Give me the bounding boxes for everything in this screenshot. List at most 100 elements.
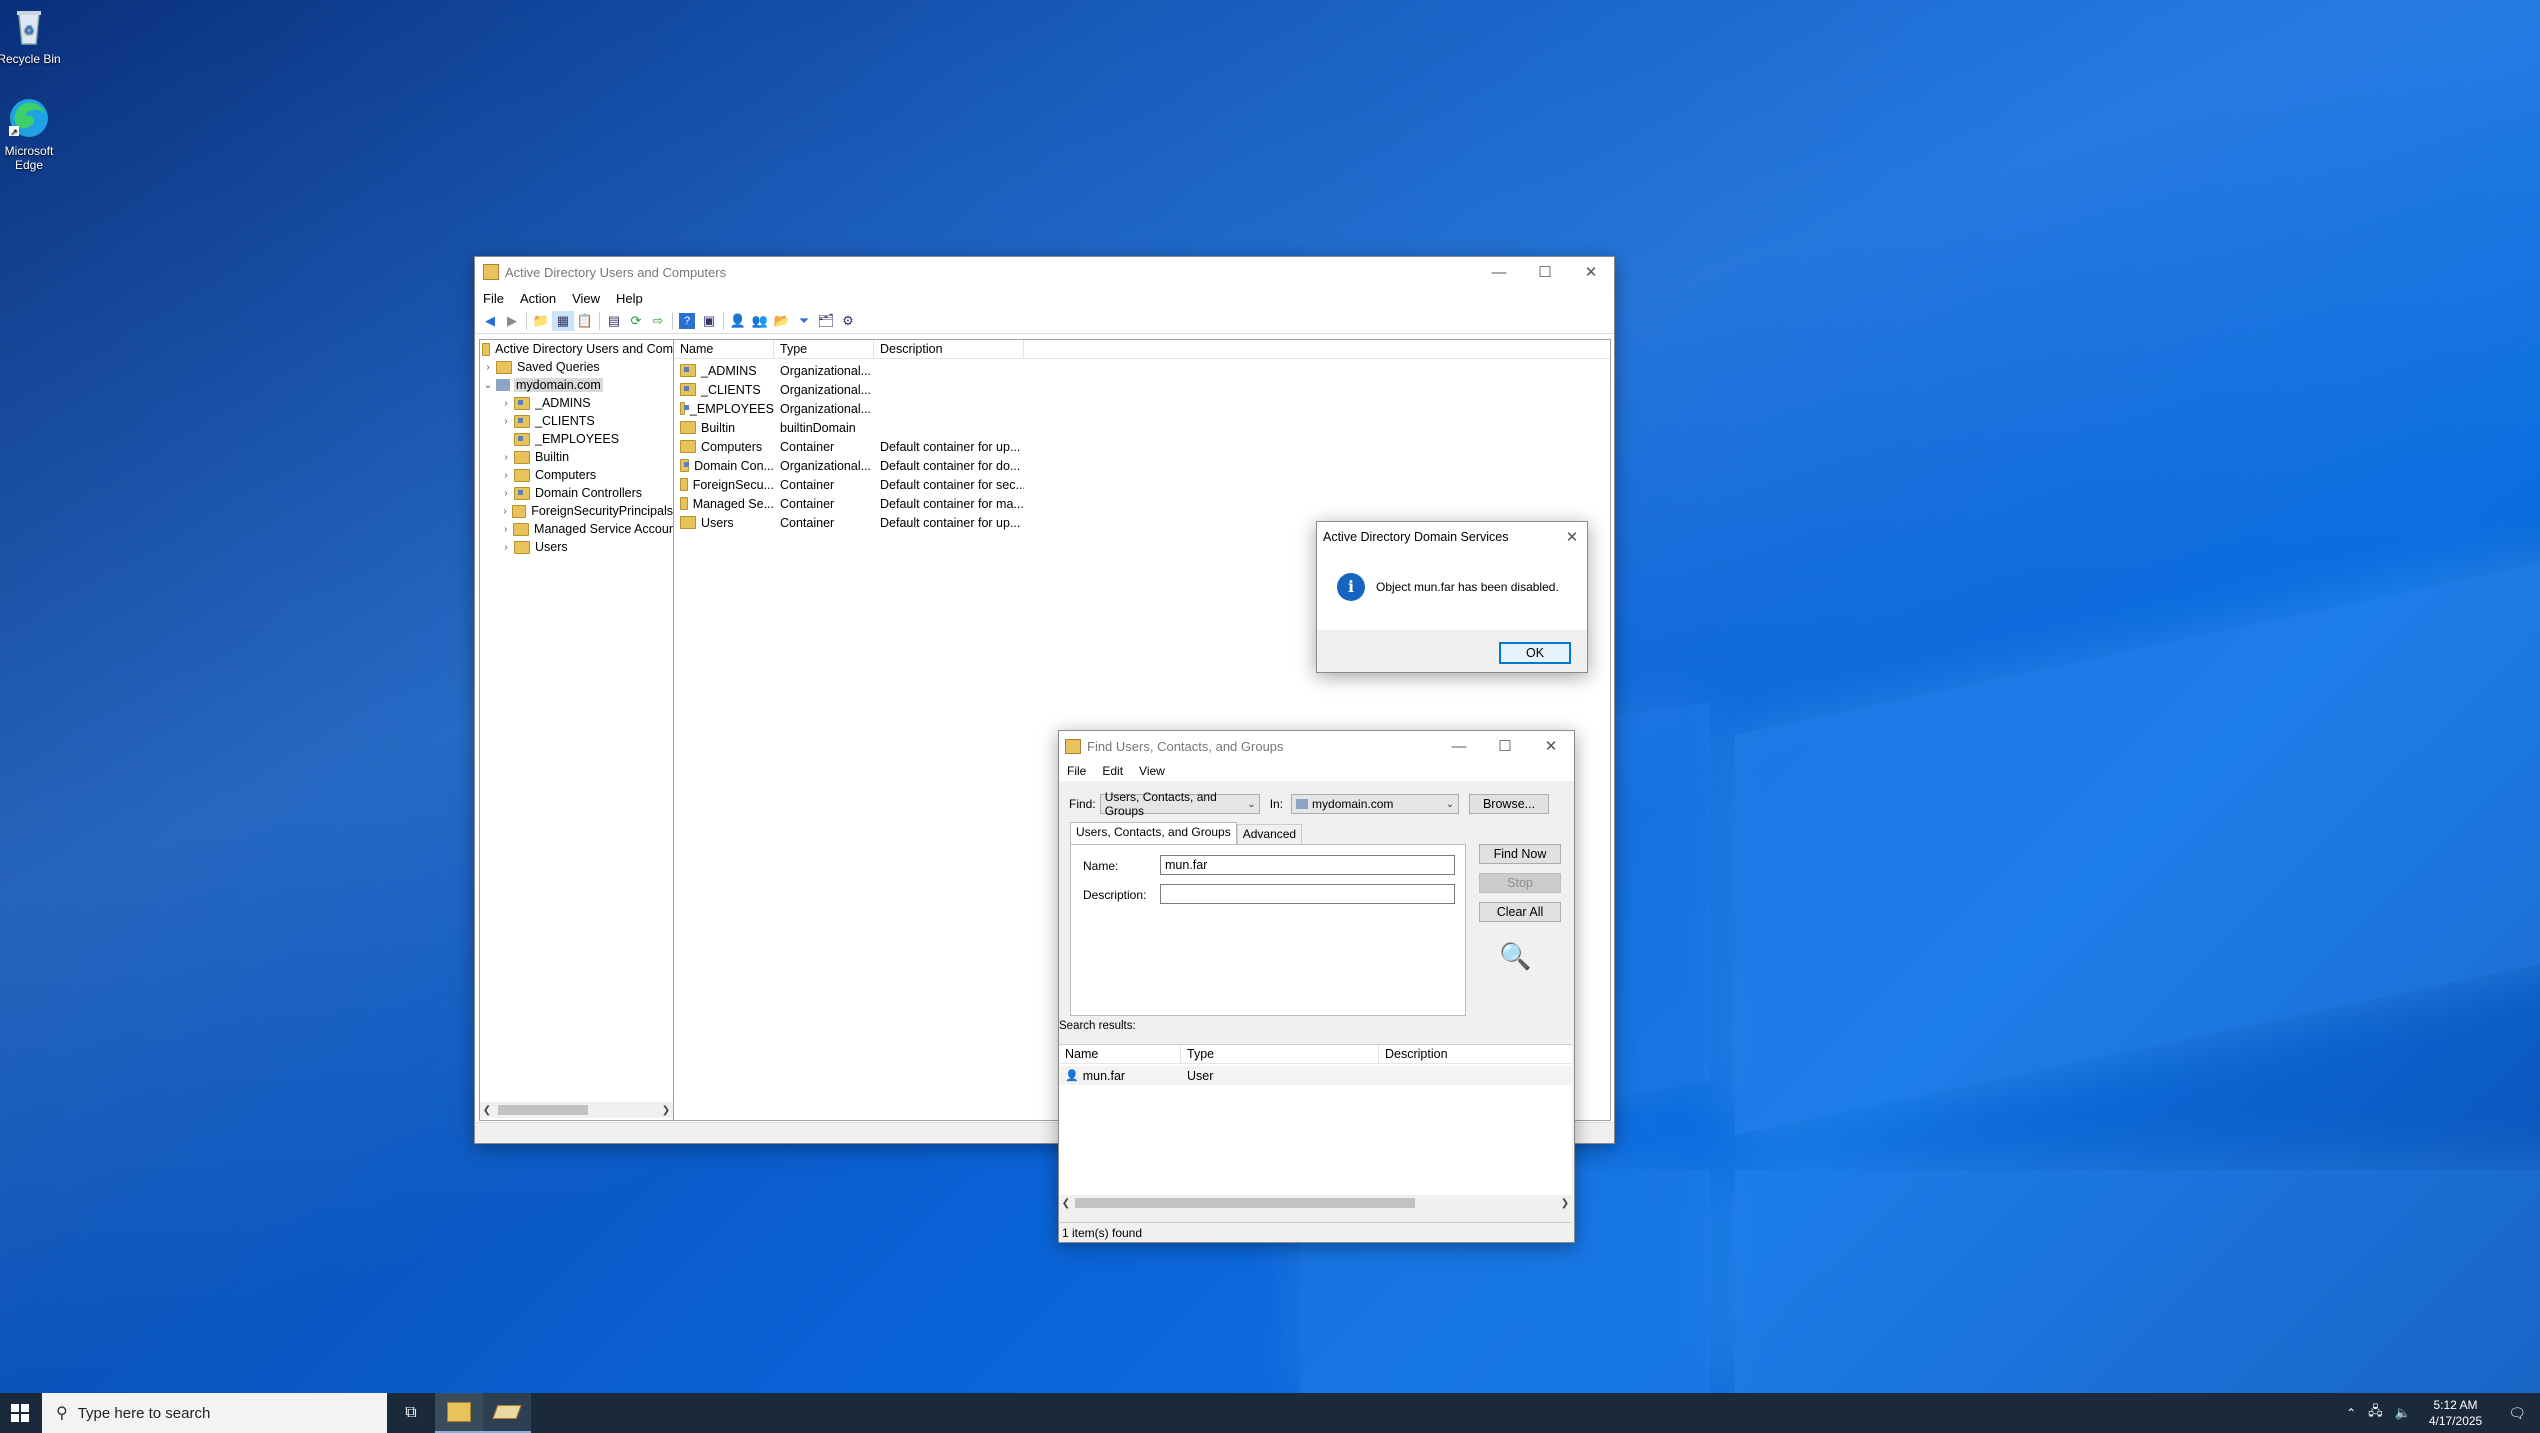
name-field[interactable]	[1160, 855, 1455, 875]
scroll-thumb[interactable]	[498, 1105, 588, 1115]
find-menu-edit[interactable]: Edit	[1094, 764, 1131, 778]
tree-item-clients[interactable]: › _CLIENTS	[480, 412, 673, 430]
minimize-icon[interactable]: —	[1476, 264, 1522, 281]
list-item[interactable]: _CLIENTS Organizational...	[674, 380, 1610, 399]
tree-item-users[interactable]: › Users	[480, 538, 673, 556]
tree-hscrollbar[interactable]: ❮ ❯	[480, 1102, 673, 1118]
browse-button[interactable]: Browse...	[1469, 794, 1550, 814]
menu-action[interactable]: Action	[512, 291, 564, 306]
menu-help[interactable]: Help	[608, 291, 651, 306]
tree-item-foreign-security[interactable]: › ForeignSecurityPrincipals	[480, 502, 673, 520]
find-type-combo[interactable]: Users, Contacts, and Groups ⌄	[1099, 790, 1260, 818]
taskbar-search-box[interactable]: ⚲ Type here to search	[42, 1393, 387, 1433]
tree-item-computers[interactable]: › Computers	[480, 466, 673, 484]
back-arrow-icon[interactable]: ◀	[479, 311, 501, 331]
expand-icon[interactable]: ›	[498, 488, 514, 499]
new-ou-icon[interactable]: 📂	[771, 311, 793, 331]
console-icon[interactable]: ▣	[698, 311, 720, 331]
minimize-icon[interactable]: —	[1436, 738, 1482, 755]
tree-root[interactable]: Active Directory Users and Com	[480, 340, 673, 358]
results-hscrollbar[interactable]: ❮ ❯	[1059, 1195, 1572, 1211]
find-now-button[interactable]: Find Now	[1479, 844, 1561, 864]
menu-file[interactable]: File	[475, 291, 512, 306]
export-list-icon[interactable]: ⇨	[647, 311, 669, 331]
scroll-left-icon[interactable]: ❮	[1059, 1198, 1073, 1209]
scroll-thumb[interactable]	[1075, 1198, 1415, 1208]
tree-item-domain[interactable]: ⌄ mydomain.com	[480, 376, 673, 394]
scroll-right-icon[interactable]: ❯	[659, 1105, 673, 1116]
list-item[interactable]: Computers Container Default container for …	[674, 437, 1610, 456]
col-description[interactable]: Description	[874, 340, 1024, 358]
results-col-description[interactable]: Description	[1379, 1045, 1572, 1063]
clear-all-button[interactable]: Clear All	[1479, 902, 1561, 922]
tree-item-admins[interactable]: › _ADMINS	[480, 394, 673, 412]
clipboard-icon[interactable]: 📋	[574, 311, 596, 331]
tree-pane[interactable]: Active Directory Users and Com › Saved Q…	[479, 339, 674, 1121]
list-item[interactable]: _EMPLOYEES Organizational...	[674, 399, 1610, 418]
msgbox-titlebar[interactable]: Active Directory Domain Services ✕	[1317, 522, 1587, 552]
tree-item-builtin[interactable]: › Builtin	[480, 448, 673, 466]
scroll-right-icon[interactable]: ❯	[1558, 1198, 1572, 1209]
maximize-icon[interactable]: ☐	[1482, 737, 1528, 755]
find-menu-view[interactable]: View	[1131, 764, 1173, 778]
volume-icon[interactable]: 🔈	[2389, 1405, 2417, 1421]
list-item[interactable]: Managed Se... Container Default container …	[674, 494, 1610, 513]
new-group-icon[interactable]: 👥	[749, 311, 771, 331]
find-menu-file[interactable]: File	[1059, 764, 1094, 778]
ok-button[interactable]: OK	[1499, 642, 1571, 664]
help-icon[interactable]: ?	[679, 313, 695, 329]
new-user-icon[interactable]: 👤	[727, 311, 749, 331]
start-button[interactable]	[0, 1393, 40, 1433]
list-item[interactable]: ForeignSecu... Container Default container…	[674, 475, 1610, 494]
tree-item-managed-service[interactable]: › Managed Service Accour	[480, 520, 673, 538]
scroll-left-icon[interactable]: ❮	[480, 1105, 494, 1116]
expand-icon[interactable]: ›	[498, 470, 514, 481]
description-field[interactable]	[1160, 884, 1455, 904]
recycle-bin-desktop-icon[interactable]: ♻ Recycle Bin	[0, 4, 61, 66]
forward-arrow-icon[interactable]: ▶	[501, 311, 523, 331]
tree-item-domain-controllers[interactable]: › Domain Controllers	[480, 484, 673, 502]
expand-icon[interactable]: ›	[498, 506, 512, 517]
results-list[interactable]: Name Type Description 👤 mun.far User ❮ ❯	[1059, 1044, 1572, 1211]
chevron-up-icon[interactable]: ⌃	[2340, 1406, 2362, 1420]
add-to-group-icon[interactable]: 🗂	[815, 311, 837, 331]
show-tree-icon[interactable]: ▦	[552, 311, 574, 331]
tab-users-contacts-groups[interactable]: Users, Contacts, and Groups	[1070, 822, 1237, 845]
list-item[interactable]: Domain Con... Organizational... Default co…	[674, 456, 1610, 475]
close-icon[interactable]: ✕	[1557, 528, 1587, 546]
expand-icon[interactable]: ›	[498, 398, 514, 409]
properties-icon[interactable]: ▤	[603, 311, 625, 331]
find-users-window[interactable]: Find Users, Contacts, and Groups — ☐ ✕ F…	[1058, 730, 1575, 1243]
results-col-type[interactable]: Type	[1181, 1045, 1379, 1063]
refresh-icon[interactable]: ⟳	[625, 311, 647, 331]
tree-item-saved-queries[interactable]: › Saved Queries	[480, 358, 673, 376]
collapse-icon[interactable]: ⌄	[480, 380, 496, 391]
close-icon[interactable]: ✕	[1568, 263, 1614, 281]
ad-domain-services-dialog[interactable]: Active Directory Domain Services ✕ i Obj…	[1316, 521, 1588, 673]
delegate-icon[interactable]: ⚙	[837, 311, 859, 331]
close-icon[interactable]: ✕	[1528, 737, 1574, 755]
maximize-icon[interactable]: ☐	[1522, 263, 1568, 281]
in-domain-combo[interactable]: mydomain.com ⌄	[1291, 794, 1460, 814]
col-name[interactable]: Name	[674, 340, 774, 358]
edge-desktop-icon[interactable]: ↗ Microsoft Edge	[0, 96, 61, 172]
network-icon[interactable]: 🖧	[2362, 1402, 2389, 1424]
task-view-button[interactable]: ⧉	[387, 1393, 435, 1433]
tree-item-employees[interactable]: _EMPLOYEES	[480, 430, 673, 448]
expand-icon[interactable]: ›	[498, 452, 514, 463]
list-item[interactable]: _ADMINS Organizational...	[674, 361, 1610, 380]
up-folder-icon[interactable]: 📁	[530, 311, 552, 331]
expand-icon[interactable]: ›	[498, 542, 514, 553]
expand-icon[interactable]: ›	[480, 362, 496, 373]
clock[interactable]: 5:12 AM 4/17/2025	[2417, 1397, 2494, 1429]
col-type[interactable]: Type	[774, 340, 874, 358]
filter-icon[interactable]: ⏷	[793, 311, 815, 331]
aduc-titlebar[interactable]: Active Directory Users and Computers — ☐…	[475, 257, 1614, 287]
stop-button[interactable]: Stop	[1479, 873, 1561, 893]
taskbar-aduc-button[interactable]	[435, 1393, 483, 1433]
expand-icon[interactable]: ›	[498, 416, 514, 427]
tab-advanced[interactable]: Advanced	[1236, 824, 1303, 845]
results-col-name[interactable]: Name	[1059, 1045, 1181, 1063]
find-titlebar[interactable]: Find Users, Contacts, and Groups — ☐ ✕	[1059, 731, 1574, 761]
notification-icon[interactable]: 🗨	[2494, 1405, 2540, 1422]
